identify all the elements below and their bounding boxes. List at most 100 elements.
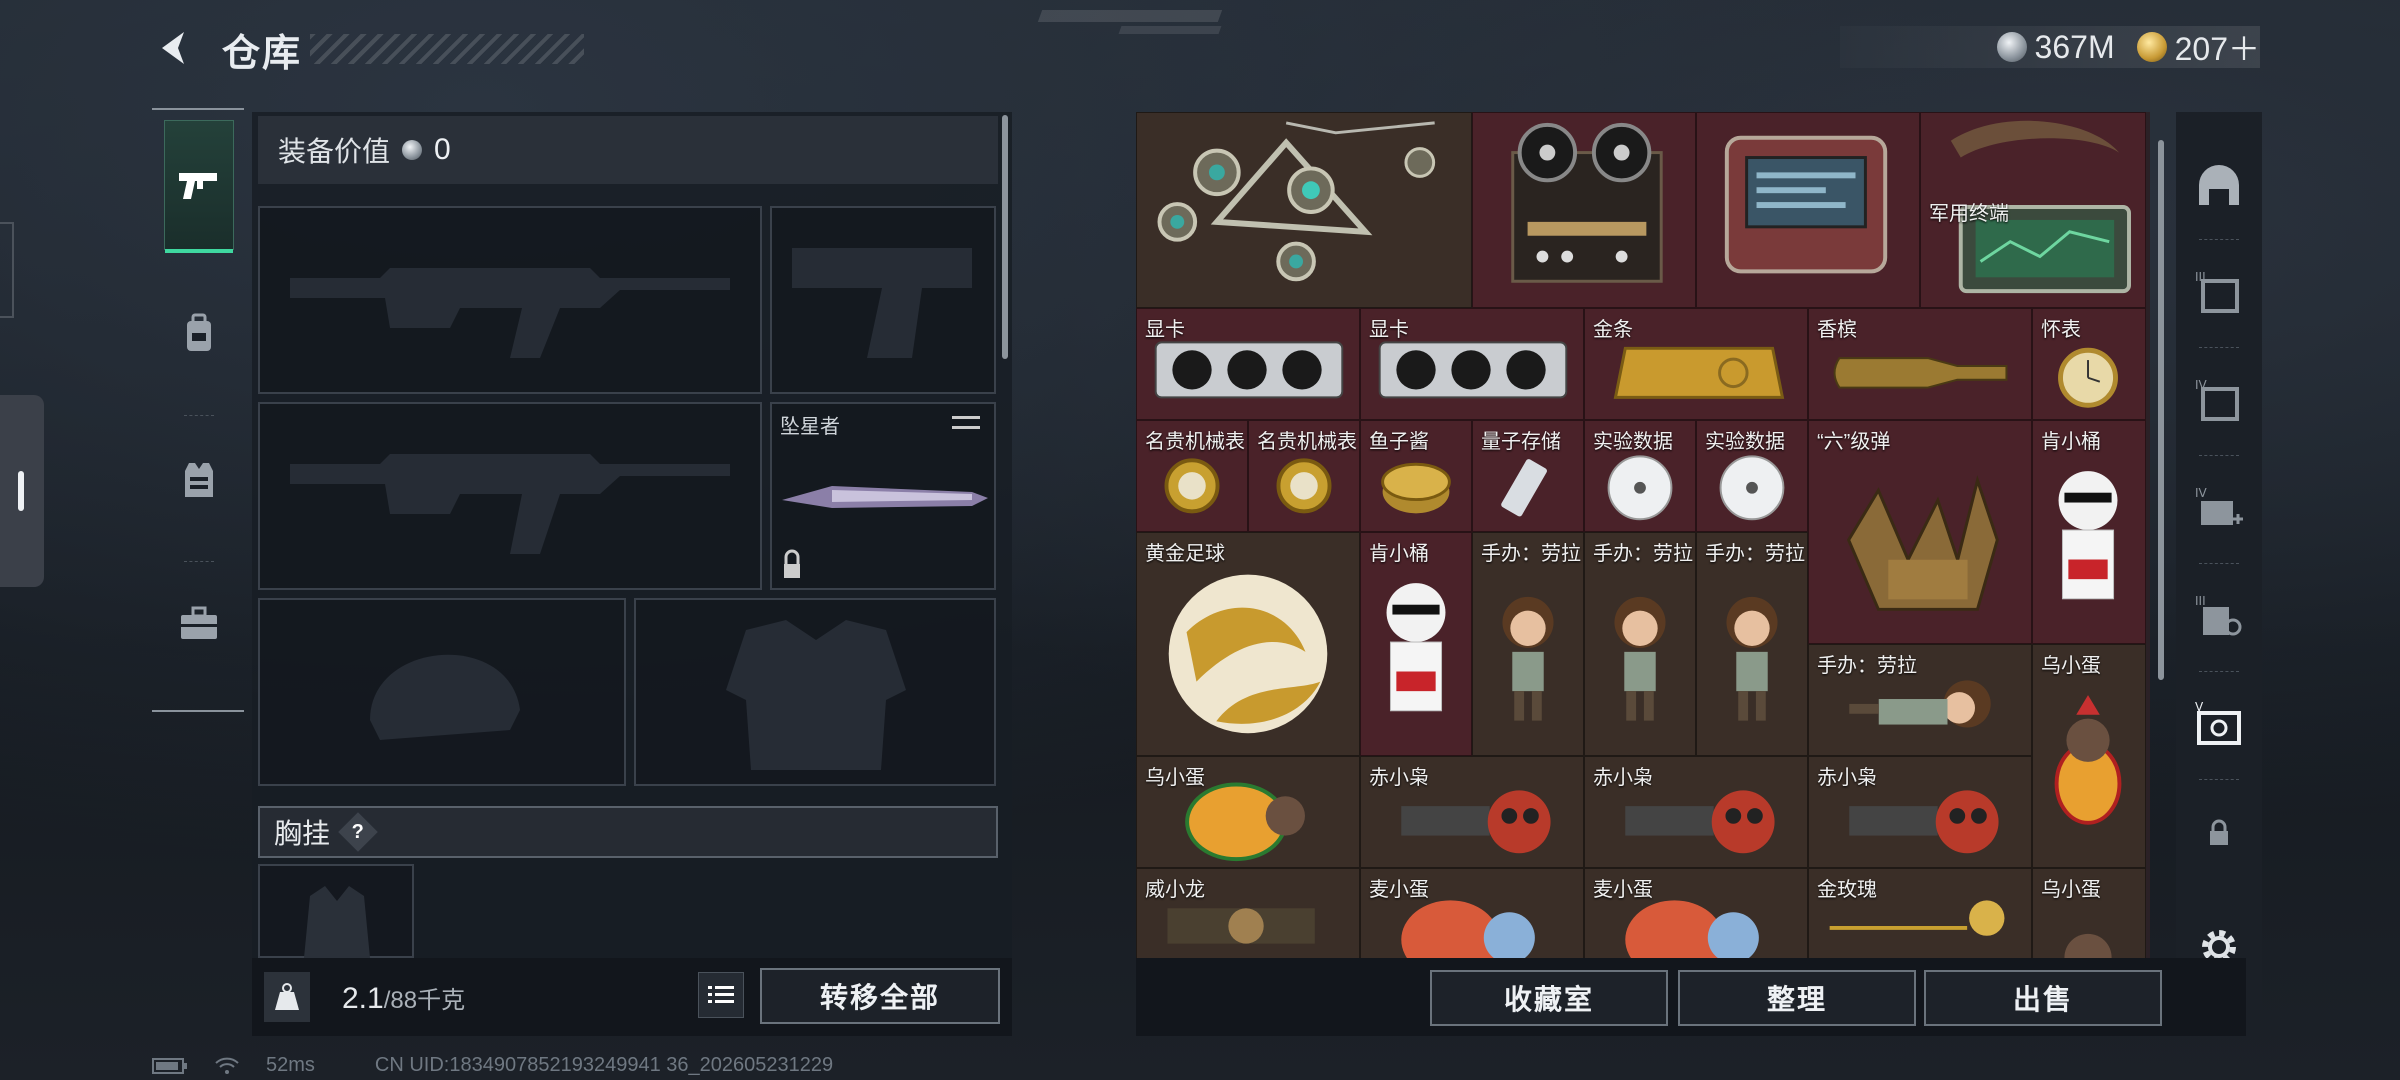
- item-quantum-storage[interactable]: 量子存储: [1472, 420, 1584, 532]
- warehouse-scrollbar[interactable]: [2158, 140, 2164, 680]
- gold-currency[interactable]: 207＋: [2136, 24, 2260, 70]
- equipment-panel: 装备价值 0 坠星者 胸挂 ? 2.1/88千克 转移全部: [252, 112, 1012, 1036]
- item-military-terminal[interactable]: 军用终端: [1920, 112, 2146, 308]
- egg-figure-image: [2054, 695, 2122, 825]
- item-red-owl-3[interactable]: 赤小枭: [1808, 756, 2032, 868]
- item-terminal-case[interactable]: [1696, 112, 1920, 308]
- pistol-silhouette-icon: [792, 248, 972, 358]
- item-six-bullet[interactable]: “六”级弹: [1808, 420, 2032, 644]
- item-mai-egg-1[interactable]: 麦小蛋: [1360, 868, 1584, 958]
- home-icon: [2199, 165, 2239, 205]
- item-egg-figure-1[interactable]: 乌小蛋: [2032, 644, 2146, 868]
- tier4-case-icon: IV: [2195, 378, 2239, 421]
- item-luxury-watch-2[interactable]: 名贵机械表: [1248, 420, 1360, 532]
- decor-stripe: [1118, 26, 1222, 34]
- equipment-value-label: 装备价值: [278, 136, 391, 167]
- pistol-slot[interactable]: [770, 206, 996, 394]
- item-label: 乌小蛋: [2041, 879, 2101, 901]
- filter-tier4-medkit-button[interactable]: IV: [2184, 464, 2254, 564]
- item-lab-data-1[interactable]: 实验数据: [1584, 420, 1696, 532]
- list-icon: [708, 986, 734, 1003]
- item-lara-figure-3[interactable]: 手办：劳拉: [1696, 532, 1808, 756]
- item-luxury-watch-1[interactable]: 名贵机械表: [1136, 420, 1248, 532]
- back-arrow-icon: [162, 32, 184, 64]
- item-gpu-2[interactable]: 显卡: [1360, 308, 1584, 420]
- back-button[interactable]: [150, 24, 198, 72]
- list-view-button[interactable]: [698, 972, 744, 1018]
- warehouse-grid: 军用终端 显卡 显卡 金条 香槟 怀表 名贵机械表 名贵机械表 鱼子酱 量子存储…: [1136, 112, 2150, 958]
- item-mai-egg-2[interactable]: 麦小蛋: [1584, 868, 1808, 958]
- battery-icon: [152, 1057, 187, 1074]
- item-label: 赤小枭: [1369, 767, 1429, 789]
- vest-icon: [185, 463, 213, 497]
- tab-toolbox[interactable]: [164, 558, 234, 688]
- sell-button[interactable]: 出售: [1924, 970, 2162, 1026]
- item-lara-figure-4[interactable]: 手办：劳拉: [1808, 644, 2032, 756]
- item-gold-bar[interactable]: 金条: [1584, 308, 1808, 420]
- item-lara-figure-1[interactable]: 手办：劳拉: [1472, 532, 1584, 756]
- side-drawer-handle[interactable]: [0, 395, 44, 587]
- lara-figure-image: [1614, 596, 1666, 721]
- tape-recorder-image: [1511, 122, 1663, 283]
- filter-vip-button[interactable]: V: [2184, 680, 2254, 780]
- filter-tier3-armor-button[interactable]: III: [2184, 572, 2254, 672]
- melee-item-label: 坠星者: [780, 416, 840, 438]
- helmet-slot[interactable]: [258, 598, 626, 786]
- sort-button[interactable]: 整理: [1678, 970, 1916, 1026]
- filter-tier3-case-button[interactable]: III: [2184, 248, 2254, 348]
- tab-vest[interactable]: [164, 414, 234, 562]
- filter-locked-button[interactable]: [2184, 788, 2254, 878]
- chest-rig-header: 胸挂 ?: [258, 806, 998, 858]
- item-pocket-watch[interactable]: 怀表: [2032, 308, 2146, 420]
- tab-weapons[interactable]: [164, 120, 234, 253]
- terminal-case-image: [1724, 135, 1888, 274]
- toolbox-icon: [181, 606, 217, 639]
- item-wei-dragon[interactable]: 威小龙: [1136, 868, 1360, 958]
- collection-room-button[interactable]: 收藏室: [1430, 970, 1668, 1026]
- tab-backpack[interactable]: [164, 268, 234, 416]
- item-label: 赤小枭: [1593, 767, 1653, 789]
- armor-slot[interactable]: [634, 598, 996, 786]
- item-gpu-1[interactable]: 显卡: [1136, 308, 1360, 420]
- help-mark: ?: [351, 820, 365, 843]
- golden-football-image: [1168, 574, 1328, 734]
- item-red-owl-2[interactable]: 赤小枭: [1584, 756, 1808, 868]
- item-champagne[interactable]: 香槟: [1808, 308, 2032, 420]
- filter-tier4-case-button[interactable]: IV: [2184, 356, 2254, 456]
- silver-currency[interactable]: 367M: [1996, 29, 2115, 66]
- currency-bar: 367M 207＋: [1840, 26, 2260, 68]
- item-label: 实验数据: [1705, 431, 1785, 453]
- secondary-weapon-slot[interactable]: [258, 402, 762, 590]
- item-label: 金条: [1593, 319, 1633, 341]
- vip-case-icon: V: [2195, 700, 2241, 745]
- item-kfc-bucket-2[interactable]: 肯小桶: [1360, 532, 1472, 756]
- item-lab-data-2[interactable]: 实验数据: [1696, 420, 1808, 532]
- item-tape-recorder[interactable]: [1472, 112, 1696, 308]
- equipment-scrollbar[interactable]: [1002, 115, 1008, 359]
- item-lara-figure-2[interactable]: 手办：劳拉: [1584, 532, 1696, 756]
- filter-all-button[interactable]: [2184, 140, 2254, 240]
- item-egg-figure-2[interactable]: 乌小蛋: [1136, 756, 1360, 868]
- item-egg-figure-3[interactable]: 乌小蛋: [2032, 868, 2146, 958]
- tier4-medkit-icon: IV: [2195, 486, 2243, 525]
- silver-coin-icon: [402, 140, 423, 160]
- tier3-armor-icon: III: [2195, 594, 2242, 636]
- chest-rig-slot[interactable]: [258, 864, 414, 958]
- item-label: 威小龙: [1145, 879, 1205, 901]
- item-necklace[interactable]: [1136, 112, 1472, 308]
- capacity-bar: 2.1/88千克 转移全部: [252, 958, 1012, 1036]
- item-golden-football[interactable]: 黄金足球: [1136, 532, 1360, 756]
- wifi-icon: [215, 1057, 239, 1074]
- melee-slot[interactable]: 坠星者: [770, 402, 996, 590]
- kfc-figure-image: [2058, 471, 2118, 600]
- item-gold-rose[interactable]: 金玫瑰: [1808, 868, 2032, 958]
- help-icon[interactable]: ?: [338, 812, 378, 852]
- lock-icon: [2210, 819, 2228, 845]
- item-caviar[interactable]: 鱼子酱: [1360, 420, 1472, 532]
- primary-weapon-slot[interactable]: [258, 206, 762, 394]
- item-red-owl-1[interactable]: 赤小枭: [1360, 756, 1584, 868]
- item-label: 乌小蛋: [1145, 767, 1205, 789]
- equipment-tab-rail: [152, 108, 244, 712]
- item-kfc-bucket-1[interactable]: 肯小桶: [2032, 420, 2146, 644]
- transfer-all-button[interactable]: 转移全部: [760, 968, 1000, 1024]
